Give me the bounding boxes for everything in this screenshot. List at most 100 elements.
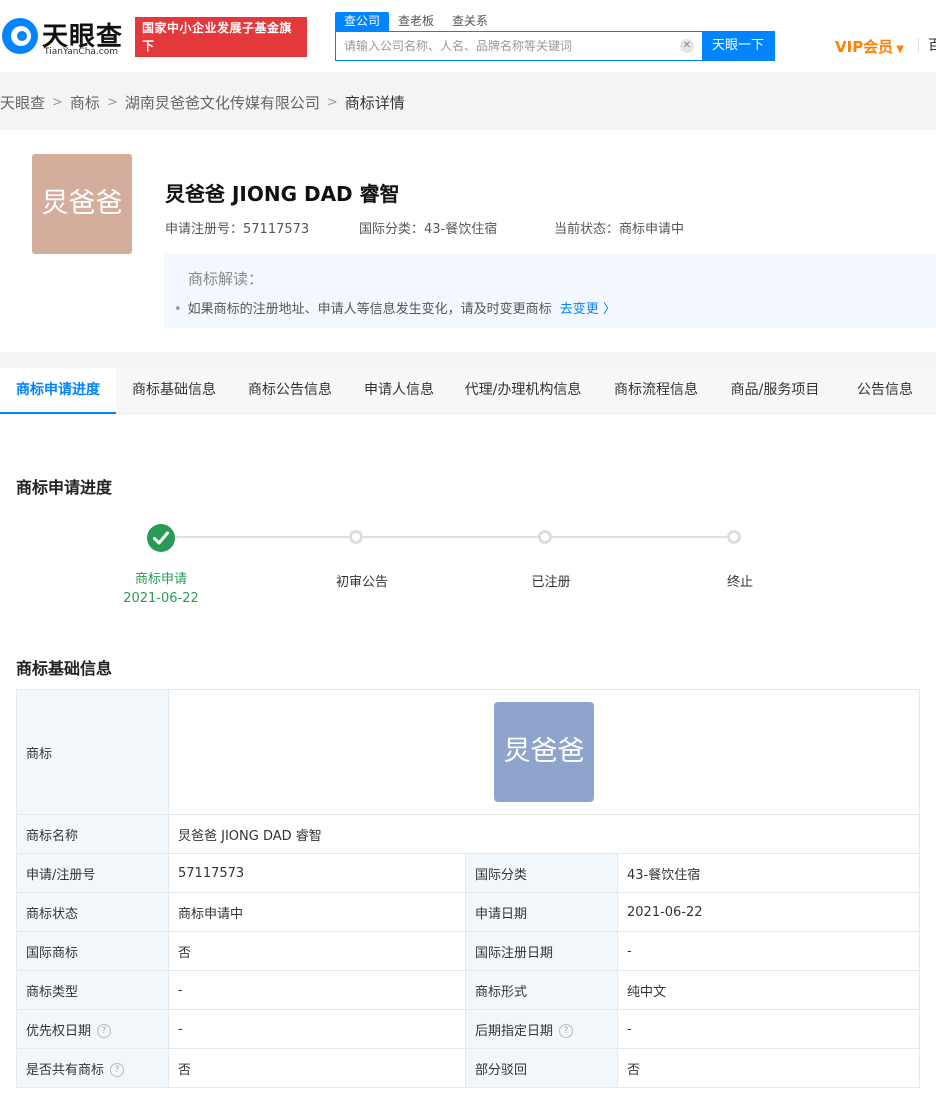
trademark-image: 炅爸爸 — [494, 702, 594, 802]
table-row: 是否共有商标? 否 部分驳回 否 — [16, 1048, 920, 1088]
change-link[interactable]: 去变更 〉 — [560, 302, 616, 317]
table-value: - — [168, 970, 466, 1010]
breadcrumb-current: 商标详情 — [344, 94, 405, 112]
gov-badge-line1: 国家中小企业发展子基金旗下 — [142, 21, 293, 53]
table-row: 申请/注册号 57117573 国际分类 43-餐饮住宿 — [16, 853, 920, 893]
basic-info-table: 商标 炅爸爸 商标名称 炅爸爸 JIONG DAD 睿智 申请/注册号 5711… — [16, 689, 920, 1088]
table-value: - — [617, 931, 920, 971]
change-link-text: 去变更 — [559, 302, 599, 317]
table-value: 否 — [168, 1048, 466, 1088]
trademark-logo: 炅爸爸 — [32, 154, 132, 254]
help-icon[interactable]: ? — [97, 1024, 112, 1038]
tab-announcement-info[interactable]: 商标公告信息 — [232, 368, 348, 414]
bullet-icon: • — [174, 302, 182, 317]
section-gap — [0, 352, 936, 368]
intl-class: 国际分类：43-餐饮住宿 — [359, 222, 498, 237]
trademark-title: 炅爸爸 JIONG DAD 睿智 — [165, 182, 400, 206]
check-icon — [147, 524, 175, 552]
table-key: 国际商标 — [16, 931, 169, 971]
tab-progress[interactable]: 商标申请进度 — [0, 368, 116, 414]
search-tab-boss[interactable]: 查老板 — [389, 12, 443, 31]
step-dot-icon — [349, 530, 363, 544]
table-value: 57117573 — [168, 853, 466, 893]
logo-eye-icon — [2, 18, 38, 54]
table-key: 商标形式 — [465, 970, 618, 1010]
gov-badge[interactable]: 国家中小企业发展子基金旗下 官方备案企业征信机构 — [135, 17, 307, 71]
step-dot-icon — [727, 530, 741, 544]
search-button[interactable]: 天眼一下 — [702, 32, 774, 60]
table-value: - — [168, 1009, 466, 1049]
logo-subtitle: TianYanCha.com — [44, 47, 119, 57]
caret-down-icon: ▼ — [896, 44, 904, 55]
chevron-right-icon: > — [106, 95, 118, 110]
breadcrumb-trademark[interactable]: 商标 — [70, 92, 100, 113]
help-icon[interactable]: ? — [110, 1063, 125, 1077]
progress-track — [172, 536, 734, 538]
tab-basic-info[interactable]: 商标基础信息 — [116, 368, 232, 414]
reg-number: 申请注册号：57117573 — [165, 222, 310, 237]
search-box: ✕ 天眼一下 — [335, 31, 775, 61]
table-row: 优先权日期? - 后期指定日期? - — [16, 1009, 920, 1049]
table-row: 商标名称 炅爸爸 JIONG DAD 睿智 — [16, 814, 920, 854]
table-key: 部分驳回 — [465, 1048, 618, 1088]
interpret-label: 商标解读： — [188, 270, 264, 288]
table-key-cell: 优先权日期? — [16, 1009, 169, 1049]
breadcrumb-bar: 天眼查 > 商标 > 湖南炅爸爸文化传媒有限公司 > 商标详情 — [0, 72, 936, 130]
help-icon[interactable]: ? — [559, 1024, 574, 1038]
progress-section-title: 商标申请进度 — [16, 478, 113, 497]
basic-info-section-title: 商标基础信息 — [16, 659, 113, 678]
tab-notices[interactable]: 公告信息 — [834, 368, 936, 414]
table-value: 商标申请中 — [168, 892, 466, 932]
table-key: 国际注册日期 — [465, 931, 618, 971]
table-key: 商标类型 — [16, 970, 169, 1010]
breadcrumb: 天眼查 > 商标 > 湖南炅爸爸文化传媒有限公司 > 商标详情 — [0, 92, 405, 113]
table-row: 商标状态 商标申请中 申请日期 2021-06-22 — [16, 892, 920, 932]
chevron-right-icon: > — [326, 95, 338, 110]
table-key: 国际分类 — [465, 853, 618, 893]
clear-icon[interactable]: ✕ — [680, 39, 694, 53]
interpret-text: 如果商标的注册地址、申请人等信息发生变化，请及时变更商标 — [187, 302, 552, 317]
table-key-cell: 是否共有商标? — [16, 1048, 169, 1088]
table-row: 商标 炅爸爸 — [16, 689, 920, 815]
vip-menu[interactable]: VIP会员 ▼ — [835, 36, 904, 57]
table-row: 国际商标 否 国际注册日期 - — [16, 931, 920, 971]
step-label: 初审公告 — [335, 575, 388, 590]
search-input[interactable] — [336, 32, 680, 60]
table-key-cell: 后期指定日期? — [465, 1009, 618, 1049]
table-value: - — [617, 1009, 920, 1049]
breadcrumb-company[interactable]: 湖南炅爸爸文化传媒有限公司 — [125, 92, 320, 113]
table-key: 后期指定日期 — [475, 1023, 554, 1039]
search-tab-relation[interactable]: 查关系 — [443, 12, 497, 31]
chevron-right-icon: > — [52, 95, 63, 110]
trademark-header: 炅爸爸 炅爸爸 JIONG DAD 睿智 申请注册号：57117573 国际分类… — [0, 130, 936, 352]
current-status: 当前状态：商标申请中 — [554, 222, 685, 237]
step-dot-icon — [538, 530, 552, 544]
top-more[interactable]: 百 — [928, 35, 936, 55]
search-tab-company[interactable]: 查公司 — [335, 12, 390, 31]
table-key: 商标状态 — [16, 892, 169, 932]
vip-label: VIP会员 — [835, 38, 894, 56]
tab-goods-services[interactable]: 商品/服务项目 — [716, 368, 834, 414]
step-label: 已注册 — [531, 575, 571, 590]
breadcrumb-home[interactable]: 天眼查 — [0, 92, 45, 113]
table-key: 申请/注册号 — [16, 853, 169, 893]
table-key: 商标 — [16, 689, 169, 815]
tab-agency[interactable]: 代理/办理机构信息 — [450, 368, 596, 414]
table-key: 优先权日期 — [26, 1023, 92, 1039]
table-value: 43-餐饮住宿 — [617, 853, 920, 893]
step-label: 终止 — [726, 575, 753, 590]
step-label: 商标申请 — [134, 572, 187, 587]
table-key: 申请日期 — [465, 892, 618, 932]
table-value: 2021-06-22 — [617, 892, 920, 932]
detail-tabs: 商标申请进度 商标基础信息 商标公告信息 申请人信息 代理/办理机构信息 商标流… — [0, 368, 936, 414]
table-value: 炅爸爸 JIONG DAD 睿智 — [168, 814, 920, 854]
tab-process[interactable]: 商标流程信息 — [596, 368, 716, 414]
tab-applicant[interactable]: 申请人信息 — [348, 368, 450, 414]
table-key: 商标名称 — [16, 814, 169, 854]
chevron-right-icon: 〉 — [602, 302, 616, 317]
trademark-interpretation: 商标解读： • 如果商标的注册地址、申请人等信息发生变化，请及时变更商标 去变更 〉 — [164, 254, 936, 328]
site-logo[interactable]: 天眼查 TianYanCha.com — [2, 14, 128, 58]
table-value: 纯中文 — [617, 970, 920, 1010]
table-value: 否 — [168, 931, 466, 971]
table-value: 炅爸爸 — [168, 689, 920, 815]
